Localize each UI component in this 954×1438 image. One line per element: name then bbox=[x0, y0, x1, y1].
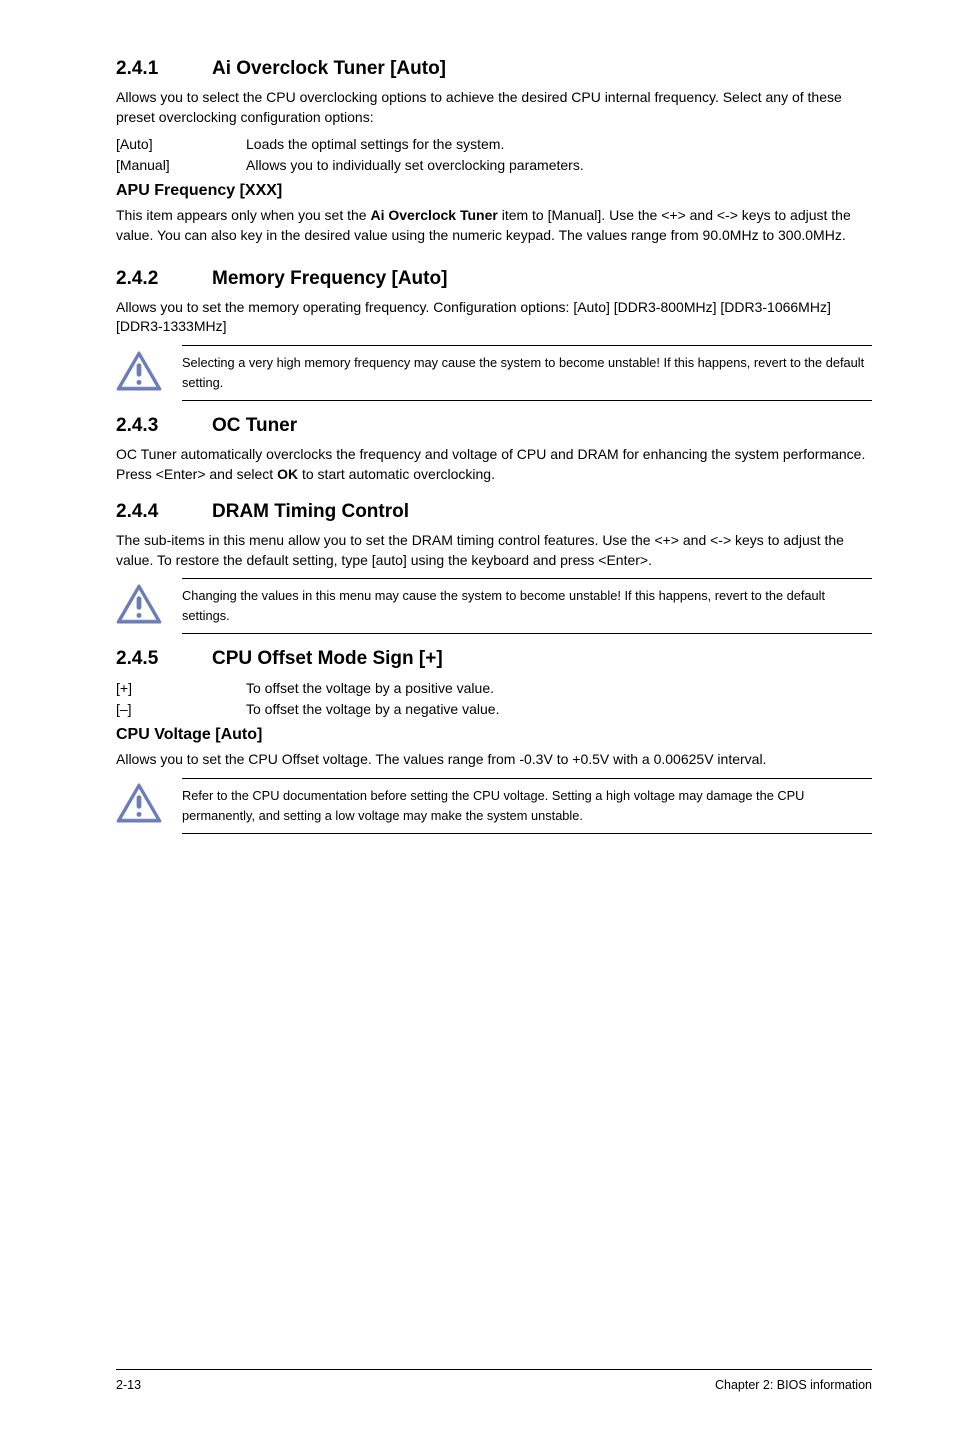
list-item: [–] To offset the voltage by a negative … bbox=[116, 699, 872, 720]
body-text: The sub-items in this menu allow you to … bbox=[116, 531, 872, 571]
section-number: 2.4.1 bbox=[116, 58, 212, 80]
option-term: [+] bbox=[116, 678, 246, 699]
bold-text: Ai Overclock Tuner bbox=[370, 207, 497, 223]
text-run: This item appears only when you set the bbox=[116, 207, 370, 223]
caution-icon bbox=[116, 584, 162, 629]
body-text: This item appears only when you set the … bbox=[116, 206, 872, 246]
chapter-label: Chapter 2: BIOS information bbox=[715, 1378, 872, 1392]
option-desc: Loads the optimal settings for the syste… bbox=[246, 134, 872, 155]
subsection-heading: APU Frequency [XXX] bbox=[116, 182, 872, 200]
section-title: CPU Offset Mode Sign [+] bbox=[212, 648, 443, 670]
section-number: 2.4.5 bbox=[116, 648, 212, 670]
note-text: Selecting a very high memory frequency m… bbox=[182, 346, 872, 400]
list-item: [Manual] Allows you to individually set … bbox=[116, 155, 872, 176]
caution-note: Selecting a very high memory frequency m… bbox=[116, 345, 872, 401]
section-number: 2.4.3 bbox=[116, 415, 212, 437]
section-heading: 2.4.1 Ai Overclock Tuner [Auto] bbox=[116, 58, 872, 80]
page-footer: 2-13 Chapter 2: BIOS information bbox=[116, 1369, 872, 1392]
page-number: 2-13 bbox=[116, 1378, 141, 1392]
caution-icon bbox=[116, 783, 162, 828]
section-title: Ai Overclock Tuner [Auto] bbox=[212, 58, 446, 80]
section-title: Memory Frequency [Auto] bbox=[212, 268, 447, 290]
subsection-heading: CPU Voltage [Auto] bbox=[116, 726, 872, 744]
caution-icon bbox=[116, 351, 162, 396]
option-desc: To offset the voltage by a positive valu… bbox=[246, 678, 872, 699]
option-term: [–] bbox=[116, 699, 246, 720]
section-number: 2.4.4 bbox=[116, 501, 212, 523]
option-desc: To offset the voltage by a negative valu… bbox=[246, 699, 872, 720]
option-list: [Auto] Loads the optimal settings for th… bbox=[116, 134, 872, 176]
section-heading: 2.4.2 Memory Frequency [Auto] bbox=[116, 268, 872, 290]
note-text: Changing the values in this menu may cau… bbox=[182, 579, 872, 633]
option-term: [Manual] bbox=[116, 155, 246, 176]
note-text: Refer to the CPU documentation before se… bbox=[182, 779, 872, 833]
section-heading: 2.4.4 DRAM Timing Control bbox=[116, 501, 872, 523]
section-title: DRAM Timing Control bbox=[212, 501, 409, 523]
option-desc: Allows you to individually set overclock… bbox=[246, 155, 872, 176]
list-item: [Auto] Loads the optimal settings for th… bbox=[116, 134, 872, 155]
section-heading: 2.4.5 CPU Offset Mode Sign [+] bbox=[116, 648, 872, 670]
caution-note: Changing the values in this menu may cau… bbox=[116, 578, 872, 634]
body-text: Allows you to set the CPU Offset voltage… bbox=[116, 750, 872, 770]
bold-text: OK bbox=[277, 466, 298, 482]
text-run: to start automatic overclocking. bbox=[298, 466, 495, 482]
list-item: [+] To offset the voltage by a positive … bbox=[116, 678, 872, 699]
section-number: 2.4.2 bbox=[116, 268, 212, 290]
body-text: Allows you to select the CPU overclockin… bbox=[116, 88, 872, 128]
body-text: Allows you to set the memory operating f… bbox=[116, 298, 872, 338]
section-heading: 2.4.3 OC Tuner bbox=[116, 415, 872, 437]
option-list: [+] To offset the voltage by a positive … bbox=[116, 678, 872, 720]
caution-note: Refer to the CPU documentation before se… bbox=[116, 778, 872, 834]
section-title: OC Tuner bbox=[212, 415, 297, 437]
body-text: OC Tuner automatically overclocks the fr… bbox=[116, 445, 872, 485]
option-term: [Auto] bbox=[116, 134, 246, 155]
